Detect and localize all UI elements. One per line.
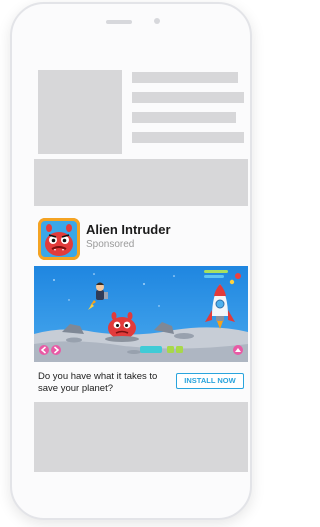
jump-button-icon[interactable] [233, 345, 243, 355]
feed-text-line-placeholder [132, 72, 238, 83]
ad-game-screenshot[interactable] [34, 266, 248, 362]
feed-image-placeholder [38, 70, 122, 154]
feed-text-line-placeholder [132, 132, 244, 143]
feed-banner-placeholder [34, 159, 248, 206]
feed-text-line-placeholder [132, 112, 236, 123]
game-hud-button [140, 346, 162, 353]
sponsored-label: Sponsored [86, 239, 135, 250]
feed-text-line-placeholder [132, 92, 244, 103]
install-now-button[interactable]: INSTALL NOW [176, 373, 244, 389]
ad-description: Do you have what it takes to save your p… [38, 371, 158, 394]
phone-speaker [106, 20, 132, 24]
feed-bottom-placeholder [34, 402, 248, 472]
app-icon[interactable] [38, 218, 80, 260]
game-scene-image [34, 266, 248, 362]
phone-camera [154, 18, 160, 24]
game-hud-button [176, 346, 183, 353]
game-hud-button [167, 346, 174, 353]
ad-app-name[interactable]: Alien Intruder [86, 222, 171, 237]
red-alien-monster-icon [38, 218, 80, 260]
mockup-stage: Alien Intruder Sponsored Do you have wha… [0, 0, 261, 527]
chevron-right-icon[interactable] [51, 345, 61, 355]
chevron-left-icon[interactable] [39, 345, 49, 355]
